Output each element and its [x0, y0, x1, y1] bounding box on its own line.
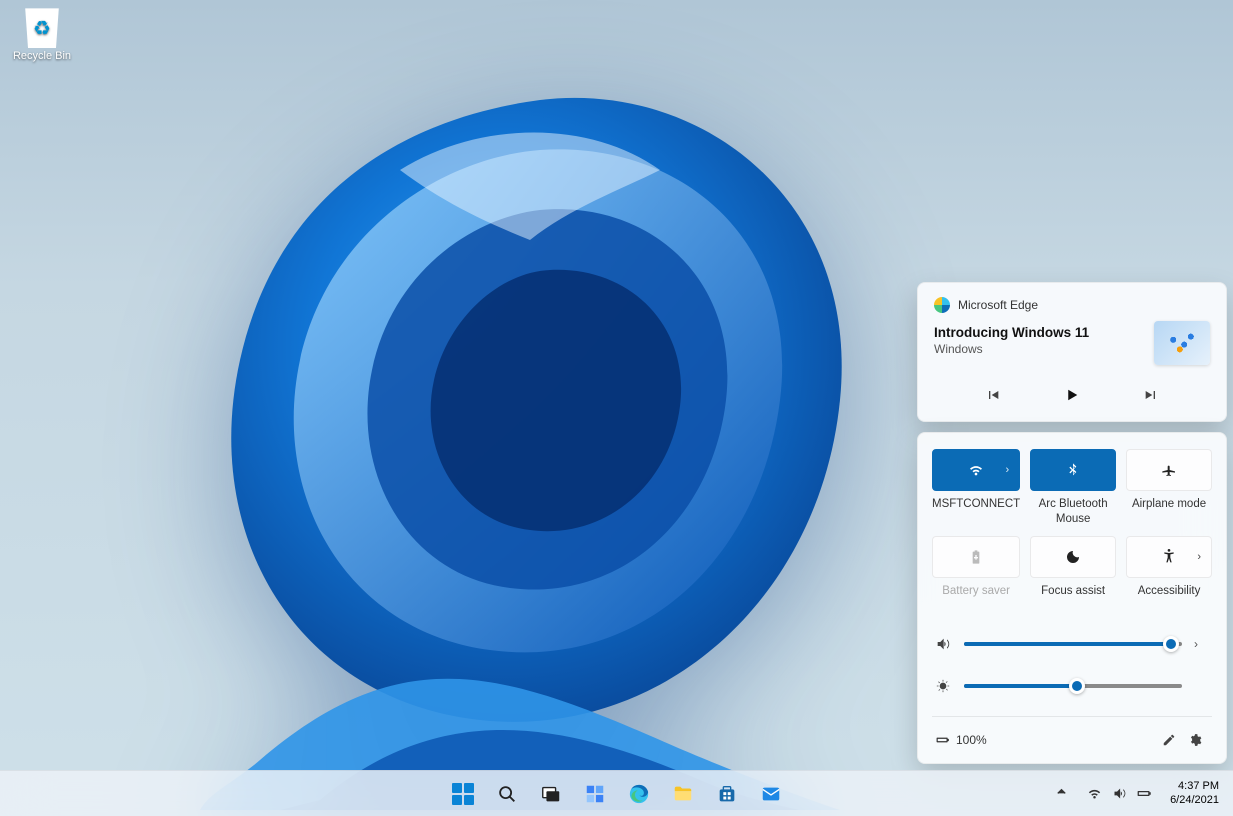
- recycle-bin-icon: ♻: [22, 4, 62, 48]
- airplane-mode-toggle[interactable]: [1126, 449, 1212, 491]
- mail-button[interactable]: [752, 775, 790, 813]
- wifi-icon: [968, 462, 984, 478]
- taskbar-date: 6/24/2021: [1170, 794, 1219, 807]
- wifi-toggle[interactable]: ›: [932, 449, 1020, 491]
- media-previous-button[interactable]: [977, 379, 1009, 411]
- battery-saver-label: Battery saver: [932, 584, 1020, 612]
- edge-icon: [628, 783, 650, 805]
- skip-next-icon: [1143, 387, 1159, 403]
- brightness-slider[interactable]: [964, 684, 1182, 688]
- airplane-icon: [1161, 462, 1177, 478]
- volume-slider[interactable]: [964, 642, 1182, 646]
- folder-icon: [672, 783, 694, 805]
- recycle-bin-label: Recycle Bin: [6, 50, 78, 62]
- settings-button[interactable]: [1182, 727, 1208, 753]
- network-volume-battery-button[interactable]: [1079, 782, 1160, 805]
- taskbar-pinned-apps: [444, 775, 790, 813]
- windows-logo-icon: [452, 783, 474, 805]
- wifi-label: MSFTCONNECT: [932, 497, 1020, 525]
- battery-saver-toggle[interactable]: [932, 536, 1020, 578]
- media-thumbnail: [1154, 321, 1210, 365]
- action-center-flyout: Microsoft Edge Introducing Windows 11 Wi…: [917, 282, 1227, 764]
- volume-icon: [934, 636, 952, 652]
- focus-assist-toggle[interactable]: [1030, 536, 1116, 578]
- edge-taskbar-button[interactable]: [620, 775, 658, 813]
- store-icon: [716, 783, 738, 805]
- moon-icon: [1065, 549, 1081, 565]
- chevron-right-icon: ›: [1197, 551, 1201, 563]
- wallpaper-bloom: [140, 40, 940, 810]
- play-icon: [1063, 386, 1081, 404]
- microsoft-store-button[interactable]: [708, 775, 746, 813]
- volume-output-chevron[interactable]: ›: [1194, 637, 1210, 651]
- media-play-button[interactable]: [1056, 379, 1088, 411]
- wifi-icon: [1087, 786, 1102, 801]
- tray-overflow-button[interactable]: [1048, 780, 1075, 808]
- pencil-icon: [1162, 733, 1176, 747]
- start-button[interactable]: [444, 775, 482, 813]
- brightness-row: ›: [932, 678, 1212, 694]
- search-icon: [496, 783, 518, 805]
- focus-assist-label: Focus assist: [1030, 584, 1116, 612]
- bluetooth-icon: [1065, 462, 1081, 478]
- media-next-button[interactable]: [1135, 379, 1167, 411]
- airplane-mode-label: Airplane mode: [1126, 497, 1212, 525]
- widgets-icon: [584, 783, 606, 805]
- recycle-bin-desktop-icon[interactable]: ♻ Recycle Bin: [6, 0, 78, 62]
- chevron-right-icon: ›: [1006, 464, 1010, 476]
- clock-button[interactable]: 4:37 PM 6/24/2021: [1164, 776, 1225, 810]
- widgets-button[interactable]: [576, 775, 614, 813]
- taskbar: 4:37 PM 6/24/2021: [0, 770, 1233, 816]
- edge-icon: [934, 297, 950, 313]
- chevron-up-icon: [1054, 784, 1069, 799]
- task-view-button[interactable]: [532, 775, 570, 813]
- media-title: Introducing Windows 11: [934, 325, 1089, 340]
- volume-row: ›: [932, 636, 1212, 652]
- volume-icon: [1112, 786, 1127, 801]
- media-app-name: Microsoft Edge: [958, 298, 1038, 312]
- battery-status[interactable]: 100%: [936, 733, 987, 747]
- accessibility-label: Accessibility: [1126, 584, 1212, 612]
- mail-icon: [760, 783, 782, 805]
- system-tray: 4:37 PM 6/24/2021: [1048, 771, 1225, 816]
- quick-settings-card: › MSFTCONNECT Arc Bluetooth Mouse Airpla…: [917, 432, 1227, 764]
- battery-saver-icon: [968, 549, 984, 565]
- skip-previous-icon: [985, 387, 1001, 403]
- task-view-icon: [540, 783, 562, 805]
- media-control-card: Microsoft Edge Introducing Windows 11 Wi…: [917, 282, 1227, 422]
- media-source-app: Microsoft Edge: [934, 297, 1210, 313]
- bluetooth-toggle[interactable]: [1030, 449, 1116, 491]
- accessibility-toggle[interactable]: ›: [1126, 536, 1212, 578]
- edit-quick-settings-button[interactable]: [1156, 727, 1182, 753]
- bluetooth-label: Arc Bluetooth Mouse: [1030, 497, 1116, 526]
- gear-icon: [1188, 733, 1202, 747]
- taskbar-time: 4:37 PM: [1170, 780, 1219, 793]
- battery-icon: [1137, 786, 1152, 801]
- accessibility-icon: [1161, 549, 1177, 565]
- battery-icon: [936, 733, 950, 747]
- search-button[interactable]: [488, 775, 526, 813]
- file-explorer-button[interactable]: [664, 775, 702, 813]
- brightness-icon: [934, 678, 952, 694]
- media-subtitle: Windows: [934, 342, 1089, 356]
- battery-percent: 100%: [956, 733, 987, 747]
